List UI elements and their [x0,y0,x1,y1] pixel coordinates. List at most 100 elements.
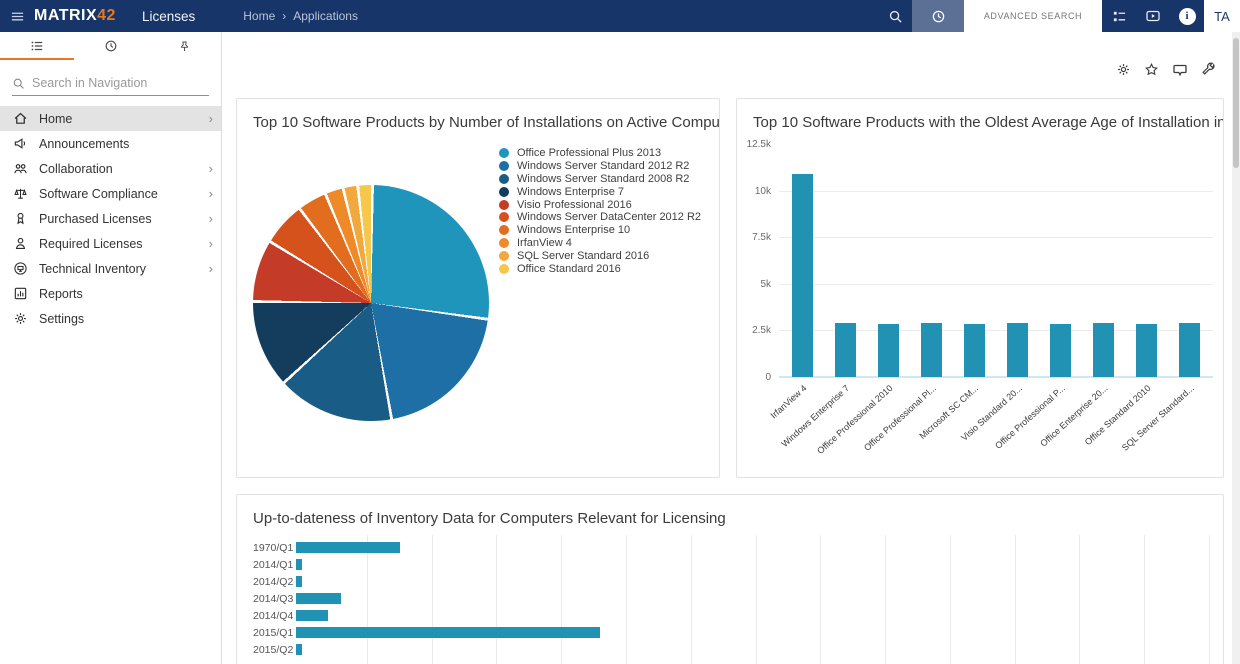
user-avatar[interactable]: TA [1204,0,1240,32]
bar[interactable] [792,174,813,377]
bar[interactable] [296,576,302,587]
legend-label: Windows Server Standard 2008 R2 [517,173,689,185]
sidebar-tab-pinned[interactable] [147,32,221,60]
sidebar-item-settings[interactable]: Settings [0,306,221,331]
legend-item[interactable]: Windows Enterprise 7 [499,185,701,198]
bar[interactable] [1093,323,1114,377]
search-icon[interactable] [878,0,912,32]
pie-chart[interactable] [253,185,489,421]
legend-label: Windows Enterprise 7 [517,186,624,198]
y-axis-label: 1970/Q1 [253,542,296,554]
bar-track [296,627,1207,638]
global-search-input[interactable] [964,0,1102,32]
y-axis-tick: 5k [737,279,771,290]
legend-dot-icon [499,225,509,235]
app-menu-licenses[interactable]: Licenses [142,9,195,24]
chevron-right-icon: › [209,236,213,251]
info-icon[interactable]: i [1170,0,1204,32]
sidebar-item-label: Required Licenses [39,237,143,251]
hbar-row: 2014/Q4 [253,607,1207,624]
legend-item[interactable]: Windows Server Standard 2008 R2 [499,173,701,186]
chat-bubble-icon[interactable] [1172,62,1188,78]
sidebar-tab-history[interactable] [74,32,148,60]
global-search [912,0,1102,32]
history-icon[interactable] [912,0,964,32]
legend-item[interactable]: Windows Server DataCenter 2012 R2 [499,211,701,224]
legend-item[interactable]: Office Standard 2016 [499,262,701,275]
x-axis-label: IrfanView 4 [769,383,809,420]
sidebar-item-software-compliance[interactable]: Software Compliance› [0,181,221,206]
bar[interactable] [296,559,302,570]
legend-dot-icon [499,200,509,210]
legend-item[interactable]: Windows Server Standard 2012 R2 [499,160,701,173]
bar[interactable] [296,644,302,655]
bar[interactable] [296,610,328,621]
sidebar-search [12,76,209,96]
bar[interactable] [964,324,985,377]
legend-item[interactable]: Windows Enterprise 10 [499,224,701,237]
wrench-icon[interactable] [1201,62,1216,78]
chart-title: Top 10 Software Products by Number of In… [237,99,719,131]
sidebar-item-home[interactable]: Home› [0,106,221,131]
bar[interactable] [296,542,400,553]
star-icon[interactable] [1144,62,1159,78]
x-axis-label: Office Professional Pl... [862,383,938,453]
bar[interactable] [835,323,856,377]
sidebar-item-announcements[interactable]: Announcements [0,131,221,156]
legend-item[interactable]: SQL Server Standard 2016 [499,249,701,262]
bar[interactable] [1007,323,1028,377]
navigation-sidebar: Home› Announcements Collaboration›Software… [0,32,222,664]
sidebar-item-label: Announcements [39,137,129,151]
legend-label: IrfanView 4 [517,237,572,249]
sidebar-item-technical-inventory[interactable]: Technical Inventory › [0,256,221,281]
scales-icon [12,186,28,201]
scrollbar-thumb[interactable] [1233,38,1239,168]
horizontal-bar-chart: 1970/Q12014/Q12014/Q22014/Q32014/Q42015/… [253,539,1207,664]
chevron-right-icon: › [209,111,213,126]
bar[interactable] [921,323,942,377]
bar[interactable] [296,627,600,638]
sidebar-item-label: Technical Inventory [39,262,146,276]
vertical-scrollbar[interactable] [1232,32,1240,664]
apps-grid-icon[interactable] [1102,0,1136,32]
hbar-row: 2015/Q2 [253,641,1207,658]
sidebar-search-input[interactable] [32,76,192,90]
chevron-right-icon: › [209,211,213,226]
bar[interactable] [878,324,899,377]
sidebar-item-collaboration[interactable]: Collaboration› [0,156,221,181]
legend-item[interactable]: Office Professional Plus 2013 [499,147,701,160]
inventory-icon [12,261,28,276]
y-axis-tick: 0 [737,372,771,383]
chevron-right-icon: › [209,261,213,276]
bar-track [296,610,1207,621]
card-top10-installations: Top 10 Software Products by Number of In… [236,98,720,478]
bar[interactable] [296,593,341,604]
screen-play-icon[interactable] [1136,0,1170,32]
y-axis-tick: 12.5k [737,139,771,150]
sidebar-tabs [0,32,221,60]
legend-label: Office Standard 2016 [517,263,621,275]
gear-icon[interactable] [1116,62,1131,78]
hamburger-icon[interactable] [0,9,34,24]
people-icon [12,161,28,176]
report-icon [12,286,28,301]
sidebar-tab-navigation[interactable] [0,32,74,60]
bar-track [296,576,1207,587]
breadcrumb-current[interactable]: Applications [293,9,358,23]
bar[interactable] [1050,324,1071,377]
chevron-right-icon: › [209,161,213,176]
bar[interactable] [1179,323,1200,377]
sidebar-navigation-list: Home› Announcements Collaboration›Software… [0,106,221,331]
sidebar-item-required-licenses[interactable]: Required Licenses › [0,231,221,256]
x-axis-labels: IrfanView 4Windows Enterprise 7Office Pr… [779,379,1213,475]
x-axis-label: Office Professional P... [993,383,1067,451]
legend-item[interactable]: IrfanView 4 [499,237,701,250]
legend-item[interactable]: Visio Professional 2016 [499,198,701,211]
clock-icon [104,39,118,53]
sidebar-item-purchased-licenses[interactable]: Purchased Licenses› [0,206,221,231]
matrix42-logo[interactable]: MATRIX42 [34,7,116,25]
breadcrumb-home[interactable]: Home [243,9,275,23]
sidebar-item-reports[interactable]: Reports [0,281,221,306]
chart-title: Up-to-dateness of Inventory Data for Com… [237,495,1223,527]
bar[interactable] [1136,324,1157,377]
